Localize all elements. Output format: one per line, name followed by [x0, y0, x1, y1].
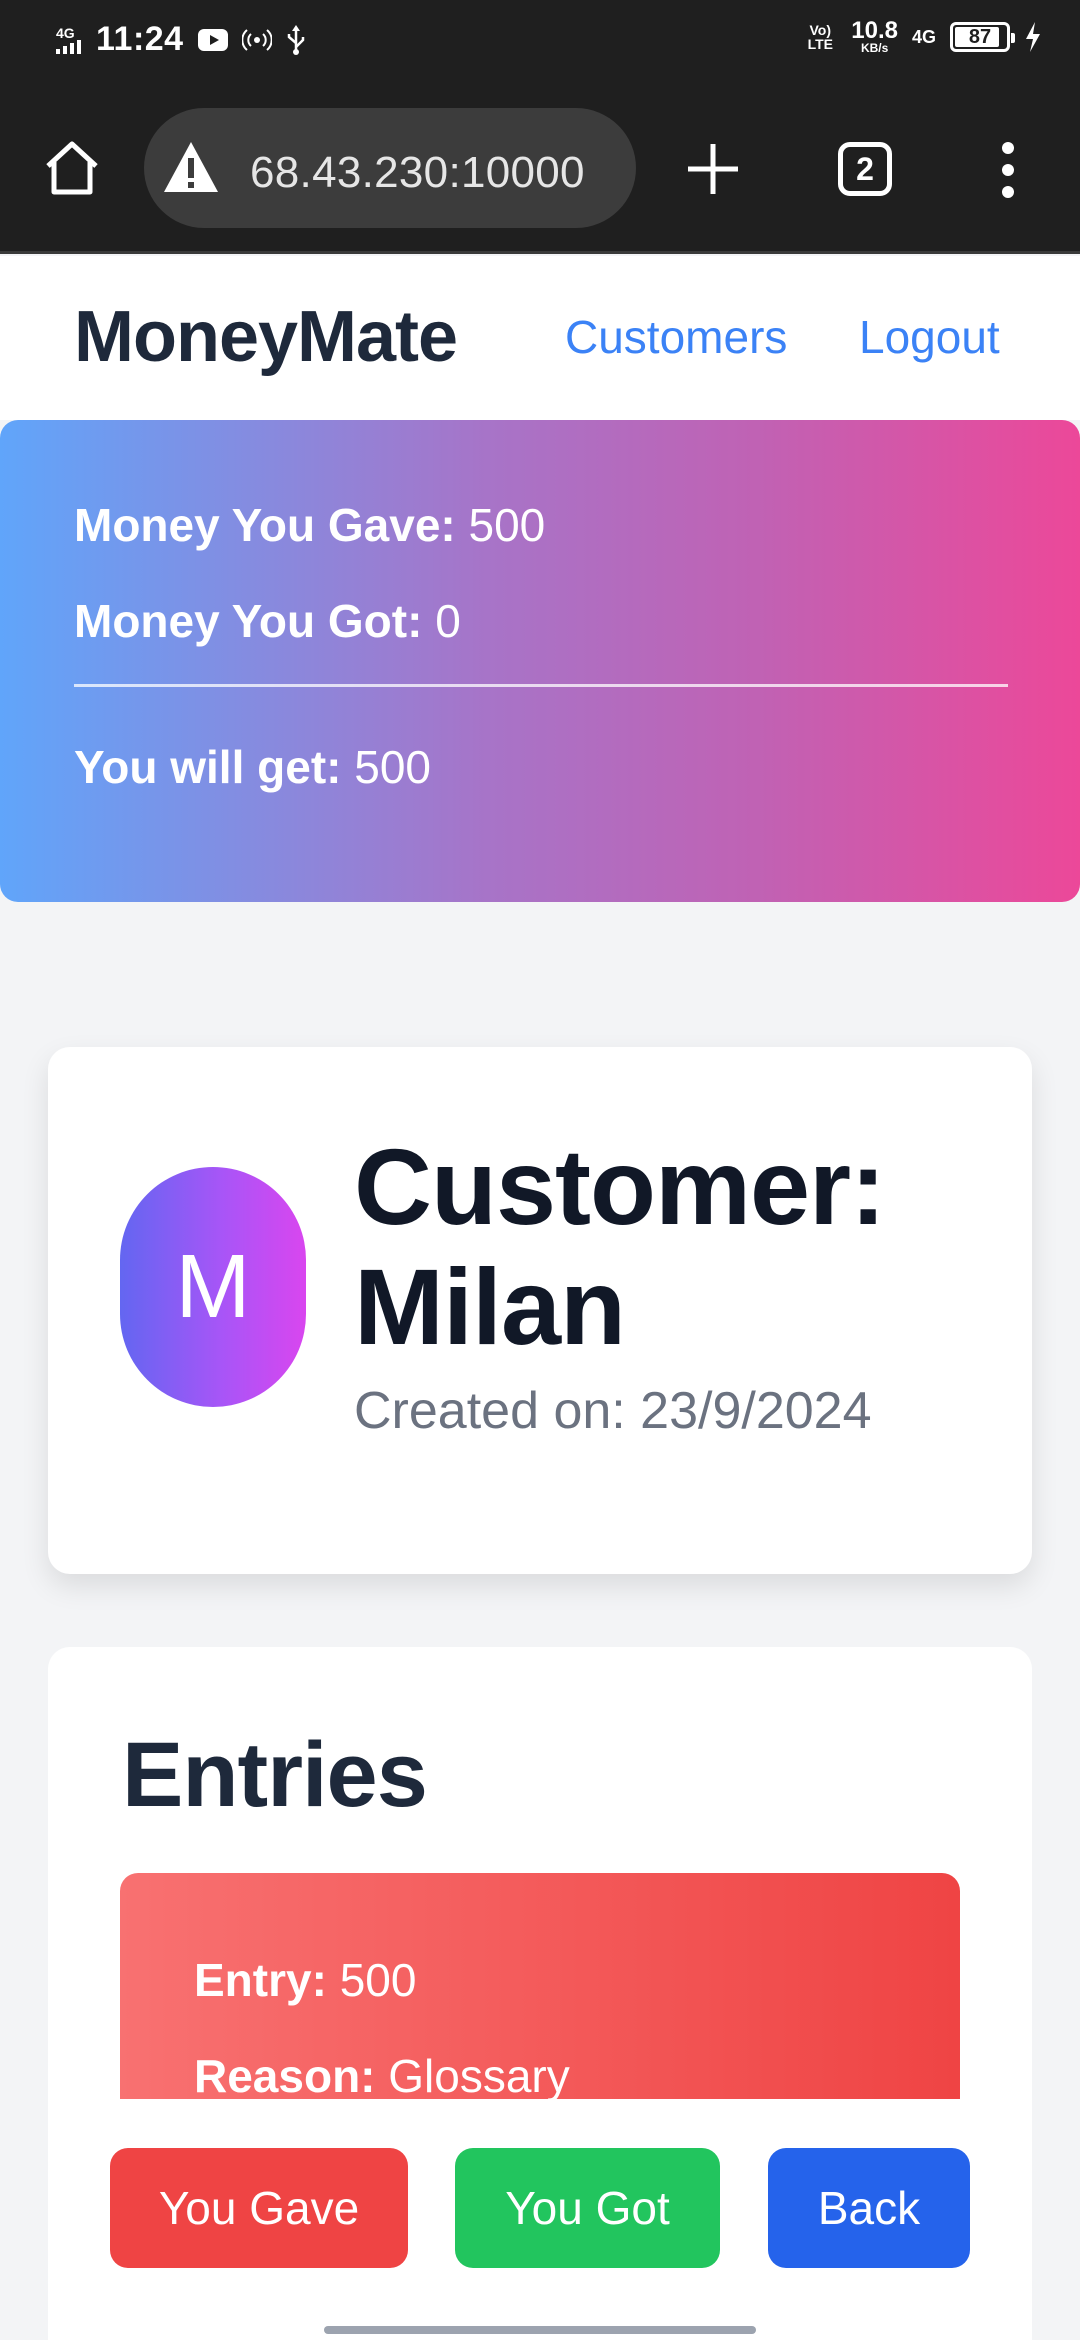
entries-list[interactable]: Entry: 500 Reason: Glossary: [120, 1873, 960, 2099]
entry-reason-value: Glossary: [388, 2050, 570, 2099]
page: 4G 11:24 Vo) LTE 10.8 KB/s 4G 87 68.43.2…: [0, 0, 1080, 2340]
hotspot-icon: [241, 28, 272, 51]
money-got-row: Money You Got: 0: [74, 594, 461, 648]
warning-icon[interactable]: [162, 138, 220, 196]
gesture-navigation-bar[interactable]: [324, 2326, 756, 2334]
entry-reason-label: Reason:: [194, 2050, 376, 2099]
battery-level: 87: [968, 25, 992, 48]
battery-icon: 87: [950, 22, 1015, 52]
tab-count: 2: [856, 150, 874, 187]
charging-icon: [1026, 22, 1040, 52]
customer-title: Customer: Milan: [354, 1126, 886, 1367]
brand-logo[interactable]: MoneyMate: [74, 296, 458, 378]
usb-icon: [287, 24, 304, 55]
entry-item[interactable]: Entry: 500 Reason: Glossary: [120, 1873, 960, 2099]
new-tab-icon[interactable]: [684, 140, 742, 198]
status-bar: 4G 11:24 Vo) LTE 10.8 KB/s 4G 87: [0, 0, 1080, 84]
money-gave-label: Money You Gave:: [74, 499, 456, 551]
nav-customers-link[interactable]: Customers: [565, 310, 787, 364]
address-bar[interactable]: 68.43.230:10000: [144, 108, 636, 228]
home-icon[interactable]: [40, 136, 104, 200]
entry-reason-row: Reason: Glossary: [194, 2049, 570, 2099]
browser-toolbar: 68.43.230:10000 2: [0, 84, 1080, 254]
speed-value: 10.8: [851, 17, 898, 44]
entries-heading: Entries: [122, 1724, 428, 1826]
app-header: MoneyMate Customers Logout: [0, 256, 1080, 420]
network-type-right: 4G: [911, 27, 936, 47]
you-got-button[interactable]: You Got: [455, 2148, 720, 2268]
net-balance-value: 500: [354, 741, 431, 793]
entry-amount-row: Entry: 500: [194, 1953, 416, 2007]
avatar: M: [120, 1167, 306, 1407]
you-gave-button[interactable]: You Gave: [110, 2148, 408, 2268]
balance-summary: Money You Gave: 500 Money You Got: 0 You…: [0, 420, 1080, 902]
money-got-value: 0: [435, 595, 461, 647]
money-gave-value: 500: [468, 499, 546, 551]
volte-label: Vo) LTE: [807, 22, 833, 52]
network-type-label: 4G: [56, 24, 75, 41]
net-balance-row: You will get: 500: [74, 740, 431, 794]
avatar-initial: M: [175, 1236, 251, 1337]
entry-amount-value: 500: [339, 1954, 417, 2006]
back-button[interactable]: Back: [768, 2148, 970, 2268]
url-text[interactable]: 68.43.230:10000: [250, 148, 585, 198]
summary-divider: [74, 684, 1008, 687]
clock: 11:24: [96, 20, 184, 58]
money-gave-row: Money You Gave: 500: [74, 498, 545, 552]
network-speed: 10.8 KB/s: [851, 17, 898, 55]
money-got-label: Money You Got:: [74, 595, 423, 647]
nav-logout-link[interactable]: Logout: [859, 310, 1000, 364]
youtube-icon: [197, 28, 228, 51]
more-menu-icon[interactable]: [996, 140, 1020, 200]
entry-amount-label: Entry:: [194, 1954, 327, 2006]
net-balance-label: You will get:: [74, 741, 342, 793]
tab-switcher-button[interactable]: 2: [838, 142, 892, 196]
signal-icon: 4G: [56, 26, 82, 54]
created-date: Created on: 23/9/2024: [354, 1382, 872, 1440]
customer-card: M Customer: Milan Created on: 23/9/2024: [48, 1047, 1032, 1574]
